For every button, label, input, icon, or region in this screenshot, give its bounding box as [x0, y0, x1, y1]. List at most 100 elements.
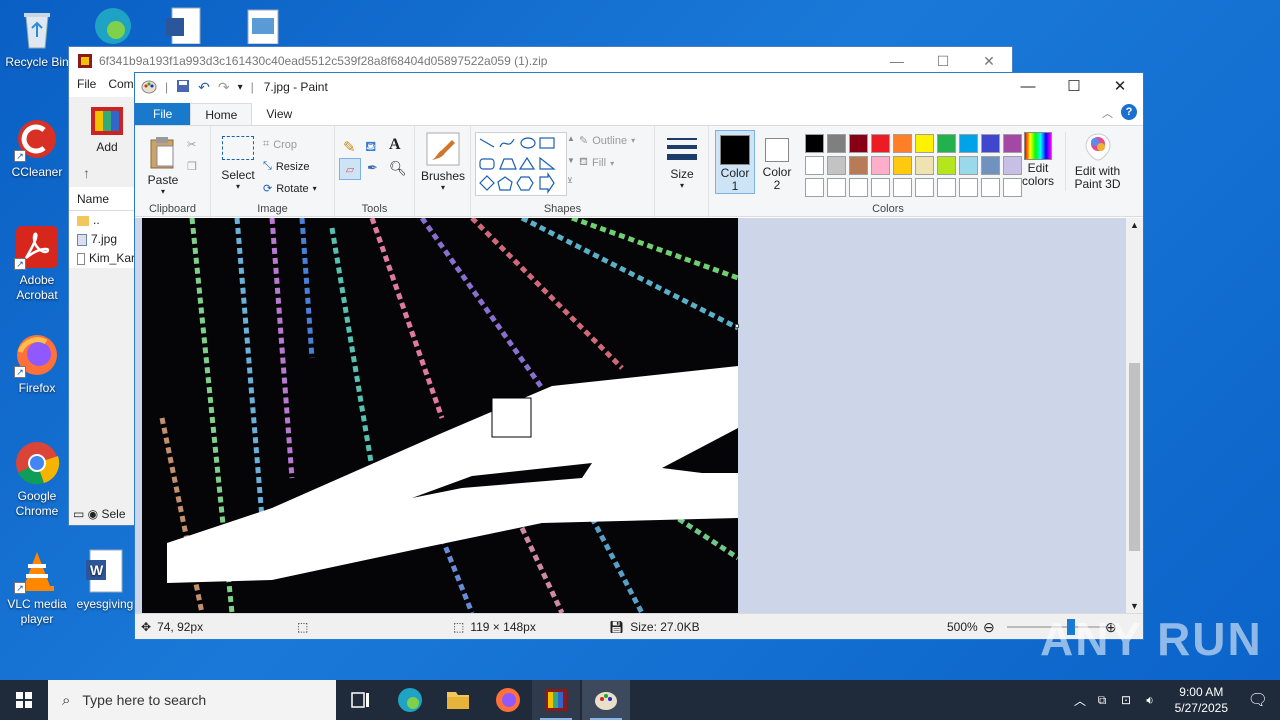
desktop-icon-chrome[interactable]: Google Chrome	[0, 440, 74, 519]
taskbar-paint[interactable]	[582, 680, 630, 720]
palette-color-swatch[interactable]	[937, 178, 956, 197]
palette-color-swatch[interactable]	[849, 156, 868, 175]
resize-button[interactable]: ⤡ Resize	[263, 160, 309, 173]
minimize-button[interactable]: —	[1005, 73, 1051, 101]
list-item[interactable]: 7.jpg	[69, 230, 135, 249]
palette-color-swatch[interactable]	[981, 134, 1000, 153]
menu-file[interactable]: File	[77, 77, 96, 91]
palette-color-swatch[interactable]	[805, 134, 824, 153]
save-icon[interactable]	[176, 79, 190, 96]
start-button[interactable]	[0, 680, 48, 720]
brushes-button[interactable]: Brushes ▾	[419, 132, 467, 192]
collapse-ribbon-icon[interactable]: ︿	[1102, 105, 1113, 121]
vertical-scrollbar[interactable]: ▲ ▼	[1126, 218, 1143, 613]
minimize-button[interactable]: —	[874, 47, 920, 75]
volume-icon[interactable]: 🔉︎	[1138, 693, 1162, 708]
palette-color-swatch[interactable]	[981, 156, 1000, 175]
fill-button[interactable]: ⛾ Fill ▾	[579, 156, 614, 170]
taskbar-winrar[interactable]	[532, 680, 580, 720]
color1-button[interactable]: Color 1	[715, 130, 755, 194]
outline-button[interactable]: ✎ Outline ▾	[579, 134, 635, 148]
palette-color-swatch[interactable]	[849, 134, 868, 153]
canvas-resize-handle[interactable]	[735, 324, 739, 328]
task-view-button[interactable]	[336, 680, 384, 720]
text-icon[interactable]: A	[389, 136, 401, 154]
image-canvas[interactable]	[142, 218, 738, 613]
customize-qat-icon[interactable]: ▾	[238, 82, 243, 93]
help-icon[interactable]: ?	[1121, 104, 1137, 120]
shapes-scroll-up-icon[interactable]: ▲	[567, 134, 575, 143]
network-icon[interactable]: ⊡	[1114, 693, 1138, 707]
edit-colors-button[interactable]: Edit colors	[1017, 132, 1059, 188]
zoom-out-icon[interactable]: ⊖	[983, 614, 995, 640]
desktop-icon-vlc[interactable]: ↗ VLC media player	[0, 548, 74, 627]
select-button[interactable]: Select ▾	[219, 136, 257, 191]
palette-color-swatch[interactable]	[959, 156, 978, 175]
taskbar-clock[interactable]: 9:00 AM 5/27/2025	[1175, 684, 1228, 716]
redo-icon[interactable]: ↷	[218, 79, 230, 96]
taskbar-firefox[interactable]	[484, 680, 532, 720]
palette-color-swatch[interactable]	[915, 156, 934, 175]
taskbar-edge[interactable]	[386, 680, 434, 720]
tab-home[interactable]: Home	[190, 103, 253, 125]
palette-color-swatch[interactable]	[827, 178, 846, 197]
shapes-scroll-down-icon[interactable]: ▼	[567, 156, 575, 165]
close-button[interactable]: ✕	[966, 47, 1012, 75]
palette-color-swatch[interactable]	[915, 134, 934, 153]
maximize-button[interactable]: ☐	[1051, 73, 1097, 101]
cut-icon[interactable]: ✂	[187, 138, 196, 151]
palette-color-swatch[interactable]	[827, 156, 846, 175]
edit-with-paint3d-button[interactable]: Edit with Paint 3D	[1065, 132, 1129, 191]
palette-color-swatch[interactable]	[871, 156, 890, 175]
palette-color-swatch[interactable]	[849, 178, 868, 197]
undo-icon[interactable]: ↶	[198, 79, 210, 96]
tab-file[interactable]: File	[135, 103, 191, 125]
paste-button[interactable]: Paste ▾	[145, 136, 181, 196]
palette-color-swatch[interactable]	[937, 134, 956, 153]
add-button[interactable]: Add	[89, 105, 125, 154]
palette-color-swatch[interactable]	[959, 178, 978, 197]
shapes-expand-icon[interactable]: ⊻	[567, 176, 573, 185]
canvas-area[interactable]	[135, 218, 1127, 613]
show-hidden-icons[interactable]: ︿	[1070, 692, 1090, 709]
palette-color-swatch[interactable]	[871, 178, 890, 197]
pencil-icon[interactable]: ✎	[343, 138, 356, 156]
column-header-name[interactable]: Name	[69, 187, 135, 211]
notifications-icon[interactable]: 🗨︎	[1248, 690, 1268, 710]
taskbar-file-explorer[interactable]	[434, 680, 482, 720]
desktop-icon-recycle-bin[interactable]: Recycle Bin	[0, 6, 74, 70]
up-arrow-icon[interactable]: ↑	[83, 165, 90, 181]
magnifier-icon[interactable]: 🔍︎	[389, 160, 407, 177]
palette-color-swatch[interactable]	[805, 156, 824, 175]
menu-commands[interactable]: Com	[108, 77, 133, 91]
fill-bucket-icon[interactable]: ⛾	[365, 138, 376, 157]
palette-color-swatch[interactable]	[805, 178, 824, 197]
palette-color-swatch[interactable]	[871, 134, 890, 153]
network-device-icon[interactable]: ⧉	[1090, 693, 1114, 708]
shapes-gallery[interactable]	[475, 132, 567, 196]
scroll-down-icon[interactable]: ▼	[1130, 601, 1139, 611]
palette-color-swatch[interactable]	[893, 134, 912, 153]
taskbar-search[interactable]: ⌕ Type here to search	[48, 680, 336, 720]
close-button[interactable]: ✕	[1097, 73, 1143, 101]
desktop-icon-ccleaner[interactable]: ↗ CCleaner	[0, 116, 74, 180]
desktop-icon-firefox[interactable]: ↗ Firefox	[0, 332, 74, 396]
rotate-button[interactable]: ⟳ Rotate ▾	[263, 182, 317, 196]
list-item[interactable]: ..	[69, 211, 135, 230]
palette-color-swatch[interactable]	[893, 156, 912, 175]
scrollbar-thumb[interactable]	[1129, 363, 1140, 551]
scroll-up-icon[interactable]: ▲	[1130, 220, 1139, 230]
palette-color-swatch[interactable]	[915, 178, 934, 197]
list-item[interactable]: Kim_Kar	[69, 249, 135, 268]
palette-color-swatch[interactable]	[827, 134, 846, 153]
palette-color-swatch[interactable]	[981, 178, 1000, 197]
palette-color-swatch[interactable]	[937, 156, 956, 175]
tab-view[interactable]: View	[252, 103, 306, 125]
color-picker-icon[interactable]: ✒	[367, 160, 378, 176]
selection-rectangle[interactable]	[491, 397, 532, 438]
desktop-icon-acrobat[interactable]: ↗ Adobe Acrobat	[0, 224, 74, 303]
eraser-icon[interactable]: ▱	[339, 158, 361, 180]
palette-color-swatch[interactable]	[893, 178, 912, 197]
maximize-button[interactable]: ☐	[920, 47, 966, 75]
crop-button[interactable]: ⌗ Crop	[263, 138, 297, 151]
